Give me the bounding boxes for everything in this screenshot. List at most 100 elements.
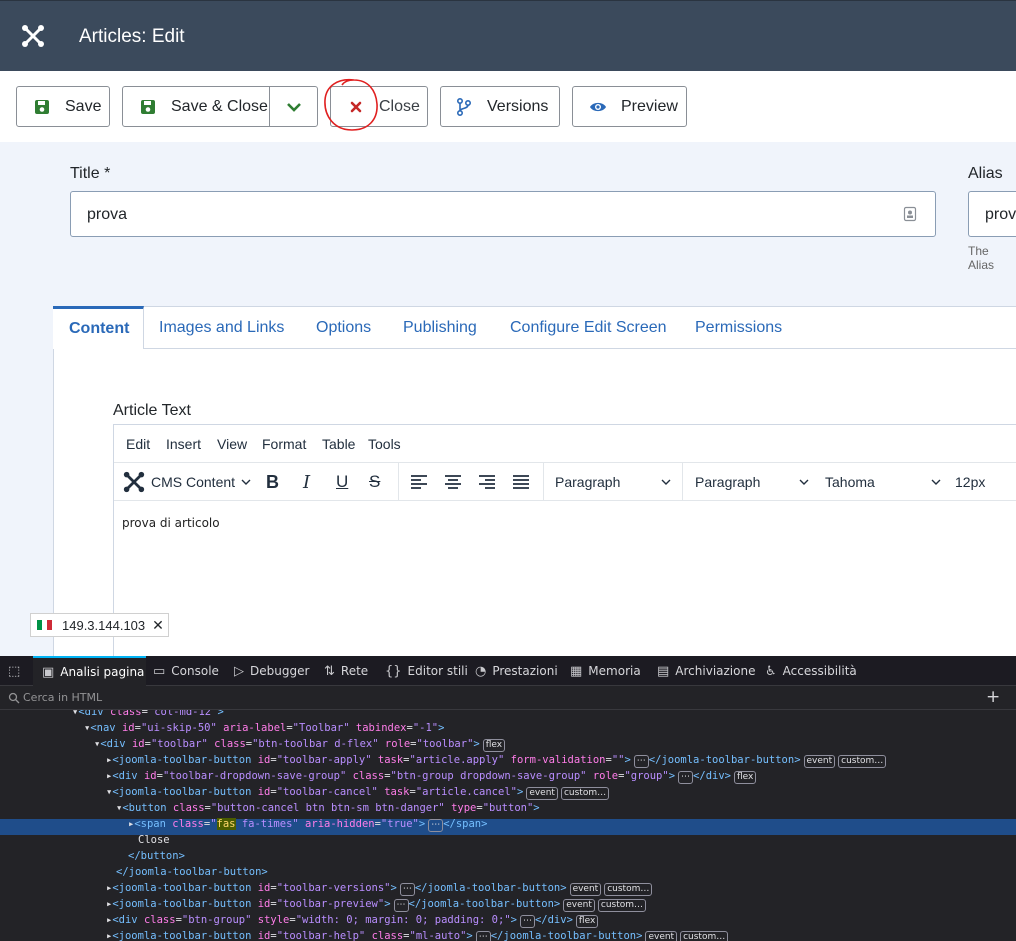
- html-node[interactable]: ▸<div id="toolbar-dropdown-save-group" c…: [106, 768, 757, 784]
- tab-accessibility-label: Accessibilità: [782, 664, 857, 678]
- event-chip[interactable]: event: [526, 787, 558, 800]
- event-chip[interactable]: event: [563, 899, 595, 912]
- paragraph-style-select[interactable]: Paragraph: [695, 463, 809, 501]
- alias-label: Alias: [968, 165, 1003, 182]
- tab-inspector-label: Analisi pagina: [60, 665, 145, 679]
- align-right-icon[interactable]: [478, 463, 496, 501]
- versions-button[interactable]: Versions: [440, 86, 560, 127]
- tab-storage-label: Archiviazione: [675, 664, 756, 678]
- tab-publishing[interactable]: Publishing: [403, 306, 477, 349]
- tab-storage[interactable]: ▤ Archiviazione: [657, 656, 755, 686]
- cms-content-label: CMS Content: [151, 474, 236, 490]
- tab-debugger[interactable]: ▷ Debugger: [234, 656, 309, 686]
- menu-edit[interactable]: Edit: [126, 436, 150, 452]
- close-icon: [347, 98, 365, 116]
- italic-icon[interactable]: I: [303, 463, 310, 501]
- html-node[interactable]: ▸<joomla-toolbar-button id="toolbar-vers…: [106, 880, 653, 896]
- event-chip[interactable]: event: [569, 883, 602, 896]
- html-node[interactable]: ▸<joomla-toolbar-button id="toolbar-help…: [106, 928, 729, 941]
- tab-accessibility[interactable]: ♿ Accessibilità: [765, 656, 857, 686]
- align-justify-icon[interactable]: [512, 463, 530, 501]
- event-chip[interactable]: event: [645, 931, 678, 941]
- html-node[interactable]: ▸<joomla-toolbar-button id="toolbar-prev…: [106, 896, 647, 912]
- strikethrough-icon[interactable]: S: [369, 463, 380, 501]
- html-node-selected[interactable]: ▸<span class="fas fa-times" aria-hidden=…: [128, 816, 487, 832]
- underline-icon[interactable]: U: [336, 463, 348, 501]
- html-node[interactable]: ▾<nav id="ui-skip-50" aria-label="Toolba…: [84, 720, 444, 736]
- title-field[interactable]: prova: [70, 191, 936, 237]
- close-button[interactable]: Close: [330, 86, 428, 127]
- performance-icon: ◔: [475, 663, 487, 679]
- save-dropdown-button[interactable]: [269, 86, 318, 127]
- custom-chip[interactable]: custom…: [680, 931, 729, 941]
- flex-chip[interactable]: flex: [575, 915, 599, 928]
- tab-memory-label: Memoria: [588, 664, 641, 678]
- save-and-close-button[interactable]: Save & Close: [122, 86, 270, 127]
- italy-flag-icon: [37, 620, 52, 630]
- joomla-logo-icon: [123, 471, 145, 493]
- align-left-icon[interactable]: [410, 463, 428, 501]
- tab-performance-label: Prestazioni: [492, 664, 558, 678]
- contact-card-icon: [903, 206, 917, 222]
- html-node[interactable]: </joomla-toolbar-button>: [116, 864, 268, 880]
- save-icon: [33, 98, 51, 116]
- bold-icon[interactable]: B: [266, 463, 279, 501]
- joomla-logo-icon[interactable]: [20, 23, 46, 49]
- event-chip[interactable]: event: [803, 755, 836, 768]
- tab-performance[interactable]: ◔ Prestazioni: [475, 656, 558, 686]
- search-icon: [8, 692, 20, 704]
- tab-options[interactable]: Options: [316, 306, 371, 349]
- element-picker-icon[interactable]: ⬚: [8, 656, 26, 686]
- tab-content[interactable]: Content: [53, 306, 144, 349]
- html-search-input[interactable]: Cerca in HTML: [23, 691, 102, 704]
- save-button[interactable]: Save: [16, 86, 110, 127]
- tab-inspector[interactable]: ▣ Analisi pagina: [33, 656, 146, 686]
- tab-configure-edit-screen[interactable]: Configure Edit Screen: [510, 306, 667, 349]
- menu-table[interactable]: Table: [322, 436, 355, 452]
- flex-chip[interactable]: flex: [482, 739, 506, 752]
- font-size-select[interactable]: 12px: [955, 463, 985, 501]
- html-node[interactable]: ▾<div class="col-md-12">: [72, 710, 224, 720]
- alias-help-text: The Alias: [968, 244, 995, 272]
- editor-content[interactable]: prova di articolo: [122, 516, 220, 530]
- html-node[interactable]: ▸<joomla-toolbar-button id="toolbar-appl…: [106, 752, 887, 768]
- html-node[interactable]: ▾<button class="button-cancel btn btn-sm…: [116, 800, 540, 816]
- font-family-select[interactable]: Tahoma: [825, 463, 941, 501]
- tab-console[interactable]: ▭ Console: [153, 656, 219, 686]
- tab-network[interactable]: ⇅ Rete: [324, 656, 368, 686]
- chevron-down-icon: [799, 479, 809, 485]
- preview-button[interactable]: Preview: [572, 86, 687, 127]
- html-node[interactable]: ▸<div class="btn-group" style="width: 0;…: [106, 912, 599, 928]
- ip-address: 149.3.144.103: [62, 617, 146, 633]
- cms-content-button[interactable]: CMS Content: [122, 463, 251, 501]
- save-label: Save: [65, 97, 102, 115]
- code-branch-icon: [455, 97, 473, 116]
- editor-menubar: Edit Insert View Format Table Tools: [114, 425, 1016, 463]
- style-editor-icon: {}: [385, 663, 402, 679]
- menu-insert[interactable]: Insert: [166, 436, 201, 452]
- close-icon[interactable]: ✕: [152, 617, 164, 634]
- block-format-select[interactable]: Paragraph: [555, 463, 671, 501]
- menu-format[interactable]: Format: [262, 436, 306, 452]
- align-center-icon[interactable]: [444, 463, 462, 501]
- tab-permissions[interactable]: Permissions: [695, 306, 782, 349]
- custom-chip[interactable]: custom…: [604, 883, 653, 896]
- tab-style-editor[interactable]: {} Editor stili: [385, 656, 468, 686]
- flex-chip[interactable]: flex: [733, 771, 757, 784]
- alias-field[interactable]: prov: [968, 191, 1016, 237]
- tab-images-and-links[interactable]: Images and Links: [159, 306, 284, 349]
- html-node[interactable]: ▾<joomla-toolbar-button id="toolbar-canc…: [106, 784, 610, 800]
- custom-chip[interactable]: custom…: [838, 755, 887, 768]
- custom-chip[interactable]: custom…: [597, 899, 647, 912]
- menu-view[interactable]: View: [217, 436, 247, 452]
- html-text-node[interactable]: Close: [138, 832, 170, 848]
- tab-memory[interactable]: ▦ Memoria: [570, 656, 641, 686]
- add-node-icon[interactable]: +: [986, 687, 1000, 707]
- chevron-down-icon: [241, 479, 251, 485]
- font-family-value: Tahoma: [825, 474, 875, 490]
- menu-tools[interactable]: Tools: [368, 436, 401, 452]
- html-node[interactable]: ▾<div id="toolbar" class="btn-toolbar d-…: [94, 736, 506, 752]
- html-node[interactable]: </button>: [128, 848, 185, 864]
- html-tree: ▾<div class="col-md-12"> ▾<nav id="ui-sk…: [0, 710, 1016, 941]
- custom-chip[interactable]: custom…: [560, 787, 610, 800]
